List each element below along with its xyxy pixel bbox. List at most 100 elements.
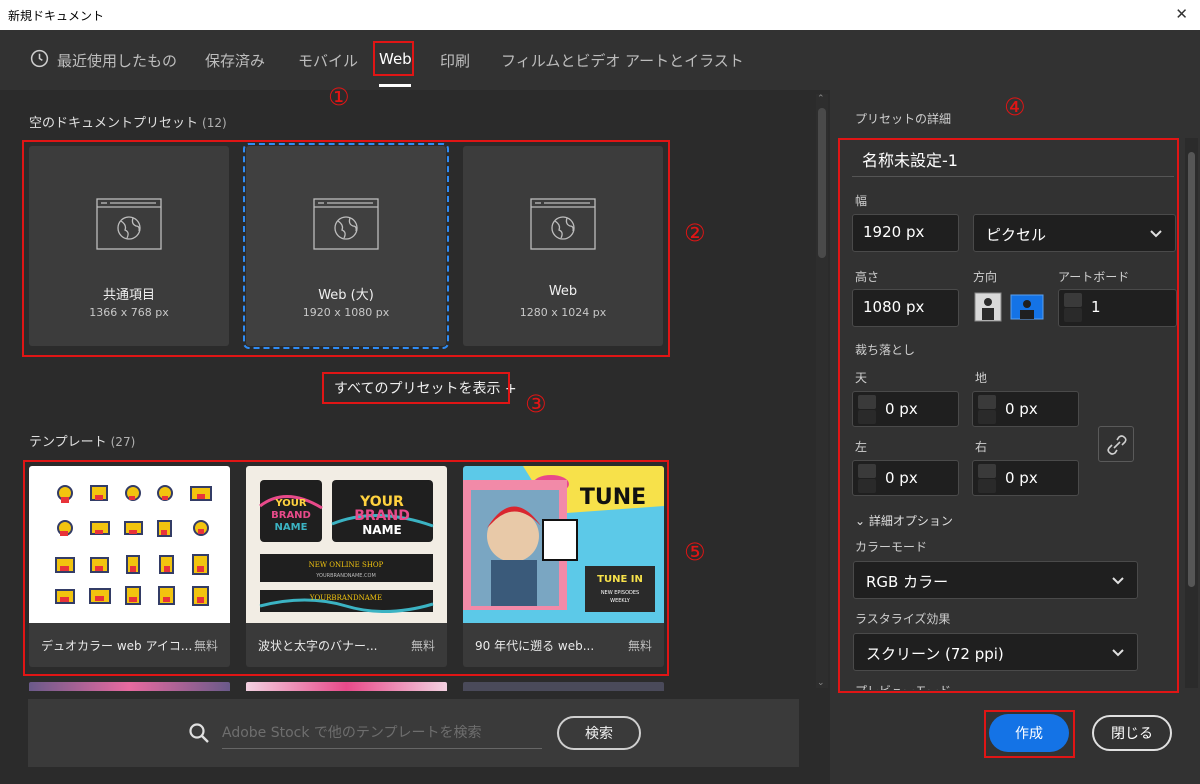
- stepper-down-icon[interactable]: [978, 410, 996, 424]
- scrollbar-thumb[interactable]: [1188, 152, 1195, 587]
- template-card[interactable]: TUNE TUNE IN NEW EPISODES WEEKLY 90 年代に遡…: [463, 466, 664, 667]
- bleed-top-stepper[interactable]: 0 px: [852, 391, 959, 427]
- raster-effects-label: ラスタライズ効果: [855, 612, 951, 626]
- template-price: 無料: [627, 639, 652, 653]
- bleed-left-stepper[interactable]: 0 px: [852, 460, 959, 496]
- stepper-down-icon[interactable]: [858, 410, 876, 424]
- presets-count: (12): [202, 116, 227, 130]
- chevron-down-icon: ⌄: [855, 514, 869, 528]
- preset-card-selected[interactable]: Web (大) 1920 x 1080 px: [243, 143, 449, 349]
- height-label: 高さ: [855, 270, 880, 284]
- stepper-down-icon[interactable]: [858, 479, 876, 493]
- link-bleed-button[interactable]: [1098, 426, 1134, 462]
- tab-recent[interactable]: 最近使用したもの: [57, 50, 177, 71]
- color-mode-value: RGB カラー: [866, 573, 949, 591]
- stepper-up-icon[interactable]: [978, 395, 996, 409]
- template-thumbnail-90s-web: TUNE TUNE IN NEW EPISODES WEEKLY: [463, 466, 664, 623]
- stepper-down-icon[interactable]: [1064, 308, 1082, 322]
- document-name-underline: [852, 176, 1174, 177]
- color-mode-select[interactable]: RGB カラー: [853, 561, 1138, 599]
- chevron-down-icon: [1112, 577, 1124, 585]
- artboard-value: 1: [1091, 298, 1101, 316]
- artboard-label: アートボード: [1058, 270, 1130, 284]
- preset-size: 1366 x 768 px: [89, 306, 169, 319]
- advanced-options-toggle[interactable]: ⌄ 詳細オプション: [855, 512, 953, 529]
- width-input[interactable]: 1920 px: [852, 214, 959, 252]
- templates-heading: テンプレート (27): [29, 431, 135, 450]
- raster-effects-value: スクリーン (72 ppi): [866, 645, 1004, 663]
- tab-mobile[interactable]: モバイル: [298, 50, 358, 71]
- presets-heading: 空のドキュメントプリセット (12): [29, 112, 227, 131]
- preset-details-heading: プリセットの詳細: [855, 112, 952, 126]
- clock-icon: [30, 49, 49, 68]
- presets-scrollbar[interactable]: ⌃ ⌄: [816, 94, 828, 688]
- web-document-icon: [530, 198, 596, 250]
- annotation-number-2: ②: [684, 219, 706, 247]
- stepper-up-icon[interactable]: [858, 395, 876, 409]
- 90s-web-text-2: TUNE IN: [597, 574, 643, 585]
- window-title: 新規ドキュメント: [8, 9, 105, 23]
- category-tabs: 最近使用したもの 保存済み モバイル Web 印刷 フィルムとビデオ アートとイ…: [0, 30, 1200, 90]
- width-label: 幅: [855, 194, 868, 208]
- tab-web[interactable]: Web: [379, 50, 412, 68]
- wave-banner-text-9: YOURBRANDNAME: [309, 594, 382, 602]
- template-name: 90 年代に遡る web...: [475, 639, 595, 653]
- window-titlebar: 新規ドキュメント ✕: [0, 0, 1200, 30]
- preset-name: 共通項目: [102, 288, 155, 303]
- template-card-peek[interactable]: [246, 682, 447, 691]
- scroll-down-icon[interactable]: ⌄: [817, 678, 825, 688]
- raster-effects-select[interactable]: スクリーン (72 ppi): [853, 633, 1138, 671]
- template-card-peek[interactable]: [29, 682, 230, 691]
- templates-heading-text: テンプレート: [29, 435, 107, 450]
- stepper-up-icon[interactable]: [1064, 293, 1082, 307]
- bleed-top-value: 0 px: [885, 400, 918, 418]
- preset-size: 1280 x 1024 px: [519, 306, 607, 319]
- close-button[interactable]: 閉じる: [1092, 715, 1172, 751]
- preset-card[interactable]: Web 1280 x 1024 px: [463, 146, 663, 346]
- artboard-stepper[interactable]: 1: [1058, 289, 1177, 327]
- tab-art-illustration[interactable]: アートとイラスト: [625, 50, 744, 71]
- annotation-number-5: ⑤: [684, 538, 706, 566]
- search-icon: [189, 723, 209, 743]
- unit-select-value: ピクセル: [986, 226, 1047, 244]
- tab-print[interactable]: 印刷: [440, 50, 470, 71]
- bleed-bottom-value: 0 px: [1005, 400, 1038, 418]
- wave-banner-text-7: NEW ONLINE SHOP: [309, 561, 384, 569]
- scrollbar-thumb[interactable]: [818, 108, 826, 258]
- bleed-right-stepper[interactable]: 0 px: [972, 460, 1079, 496]
- template-price: 無料: [193, 639, 218, 653]
- bleed-right-label: 右: [975, 440, 988, 454]
- details-scrollbar[interactable]: [1185, 138, 1198, 688]
- close-icon[interactable]: ✕: [1175, 5, 1188, 23]
- template-card[interactable]: YOUR BRAND NAME YOUR BRAND NAME NEW ONLI…: [246, 466, 447, 667]
- stock-search-bar: 検索: [28, 699, 799, 767]
- web-document-icon: [96, 198, 162, 250]
- stepper-up-icon[interactable]: [978, 464, 996, 478]
- document-name-field[interactable]: 名称未設定-1: [862, 147, 958, 171]
- stepper-down-icon[interactable]: [978, 479, 996, 493]
- portrait-orientation-icon[interactable]: [974, 292, 1002, 322]
- unit-select[interactable]: ピクセル: [973, 214, 1176, 252]
- tab-film-video[interactable]: フィルムとビデオ: [501, 50, 620, 71]
- template-price: 無料: [410, 639, 435, 653]
- wave-banner-text-2: BRAND: [271, 510, 311, 521]
- bleed-bottom-stepper[interactable]: 0 px: [972, 391, 1079, 427]
- template-card[interactable]: デュオカラー web アイコ... 無料: [29, 466, 230, 667]
- right-panel: [830, 90, 1200, 784]
- stepper-up-icon[interactable]: [858, 464, 876, 478]
- preset-card[interactable]: 共通項目 1366 x 768 px: [29, 146, 229, 346]
- wave-banner-text-1: YOUR: [274, 498, 307, 509]
- wave-banner-text-6: NAME: [362, 523, 401, 537]
- create-button[interactable]: 作成: [989, 714, 1069, 752]
- scroll-up-icon[interactable]: ⌃: [817, 94, 825, 104]
- tab-saved[interactable]: 保存済み: [205, 50, 265, 71]
- web-document-icon: [313, 198, 379, 250]
- template-card-peek[interactable]: [463, 682, 664, 691]
- show-all-presets-link[interactable]: すべてのプリセットを表示 +: [334, 378, 517, 398]
- landscape-orientation-icon[interactable]: [1010, 292, 1044, 322]
- search-button[interactable]: 検索: [557, 716, 641, 750]
- wave-banner-text-3: NAME: [275, 522, 308, 533]
- active-tab-indicator: [379, 84, 411, 87]
- height-input[interactable]: 1080 px: [852, 289, 959, 327]
- stock-search-input[interactable]: [222, 717, 542, 749]
